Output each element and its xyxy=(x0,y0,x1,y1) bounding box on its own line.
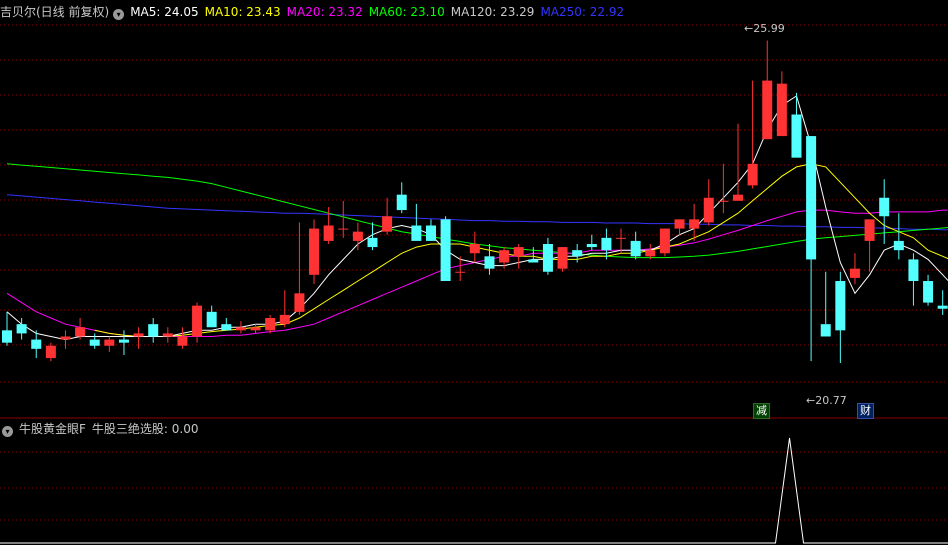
candle-down xyxy=(893,240,904,251)
candle-down xyxy=(2,330,12,343)
candle-down xyxy=(221,324,232,331)
ma-legend: MA5: 24.05 MA10: 23.43 MA20: 23.32 MA60: 23… xyxy=(130,5,630,19)
candle-down xyxy=(16,324,27,334)
candle-up xyxy=(60,336,71,340)
candle-up xyxy=(674,219,685,229)
tag-cai[interactable]: 财 xyxy=(857,403,874,419)
candle-down xyxy=(367,237,378,248)
candle-up xyxy=(192,305,203,337)
candle-up xyxy=(499,250,510,263)
candle-up xyxy=(309,228,320,275)
candle-down xyxy=(425,225,436,241)
chart-canvas xyxy=(0,24,948,544)
ma-legend-item: MA10: 23.43 xyxy=(204,5,281,19)
candle-up xyxy=(557,247,568,269)
ma-legend-item: MA5: 24.05 xyxy=(130,5,199,19)
candle-down xyxy=(791,114,802,158)
candle-down xyxy=(484,256,495,269)
candle-up xyxy=(250,327,261,331)
candle-up xyxy=(177,336,188,346)
candle-up xyxy=(659,228,670,254)
candlesticks xyxy=(2,40,948,364)
candle-up xyxy=(455,271,466,273)
candle-up xyxy=(75,327,86,337)
candle-down xyxy=(835,281,846,331)
candle-up xyxy=(133,333,144,337)
candle-up xyxy=(294,293,305,312)
candle-down xyxy=(572,250,583,257)
candle-up xyxy=(703,197,714,223)
candle-down xyxy=(923,281,934,303)
ma-legend-item: MA60: 23.10 xyxy=(368,5,445,19)
candle-down xyxy=(31,339,42,349)
settings-circle-icon[interactable]: ▾ xyxy=(113,9,125,20)
stock-chart-window: { "main_header": { "stock_name": "吉贝尔(日线… xyxy=(0,0,948,545)
candle-up xyxy=(513,247,524,257)
main-chart-header: 吉贝尔(日线 前复权) ▾ MA5: 24.05 MA10: 23.43 MA20: 2… xyxy=(0,2,636,22)
candle-up xyxy=(265,318,276,331)
candle-up xyxy=(718,200,729,202)
candle-up xyxy=(323,225,334,241)
candle-up xyxy=(279,314,290,325)
grid-lines xyxy=(0,24,948,521)
candle-down xyxy=(206,311,217,328)
high-price-label: ←25.99 xyxy=(744,22,785,35)
candle-up xyxy=(849,268,860,278)
candle-up xyxy=(645,250,656,257)
candle-down xyxy=(586,244,597,248)
candle-down xyxy=(908,259,919,281)
indicator-value: 牛股三绝选股: 0.00 xyxy=(91,422,199,436)
candle-up xyxy=(616,237,627,239)
candle-up xyxy=(382,216,393,232)
candle-down xyxy=(630,240,641,257)
candle-down xyxy=(118,339,129,343)
candle-up xyxy=(469,244,480,254)
candle-up xyxy=(338,228,349,230)
candle-up xyxy=(864,219,875,241)
candle-down xyxy=(148,324,159,337)
indicator-header: ▾ 牛股黄金眼F 牛股三绝选股: 0.00 xyxy=(0,419,204,439)
candle-down xyxy=(601,237,612,251)
candle-up xyxy=(733,194,743,201)
candle-up xyxy=(747,163,758,186)
candle-down xyxy=(89,339,100,346)
candle-up xyxy=(45,345,56,359)
candle-down xyxy=(396,194,407,211)
candle-up xyxy=(689,219,700,229)
candle-down xyxy=(528,259,539,263)
candle-down xyxy=(937,305,948,309)
indicator-name: 牛股黄金眼F xyxy=(19,422,86,436)
candle-up xyxy=(162,333,173,337)
tag-jian[interactable]: 减 xyxy=(753,403,770,419)
candle-down xyxy=(806,136,817,260)
candle-up xyxy=(235,327,246,331)
ma-legend-item: MA120: 23.29 xyxy=(450,5,535,19)
stock-title: 吉贝尔(日线 前复权) xyxy=(0,5,110,19)
candle-up xyxy=(776,83,787,137)
low-price-label: ←20.77 xyxy=(806,394,847,407)
candle-down xyxy=(820,324,831,337)
ma-legend-item: MA20: 23.32 xyxy=(286,5,363,19)
indicator-spike-line xyxy=(0,437,948,544)
candle-up xyxy=(762,80,773,140)
candle-up xyxy=(352,231,363,241)
candle-down xyxy=(411,225,422,241)
candle-up xyxy=(104,339,115,346)
indicator-line xyxy=(0,437,948,544)
candle-down xyxy=(440,219,451,281)
candle-down xyxy=(879,197,890,217)
ma-legend-item: MA250: 22.92 xyxy=(540,5,625,19)
candle-down xyxy=(542,244,553,272)
settings-circle-icon[interactable]: ▾ xyxy=(2,426,13,437)
